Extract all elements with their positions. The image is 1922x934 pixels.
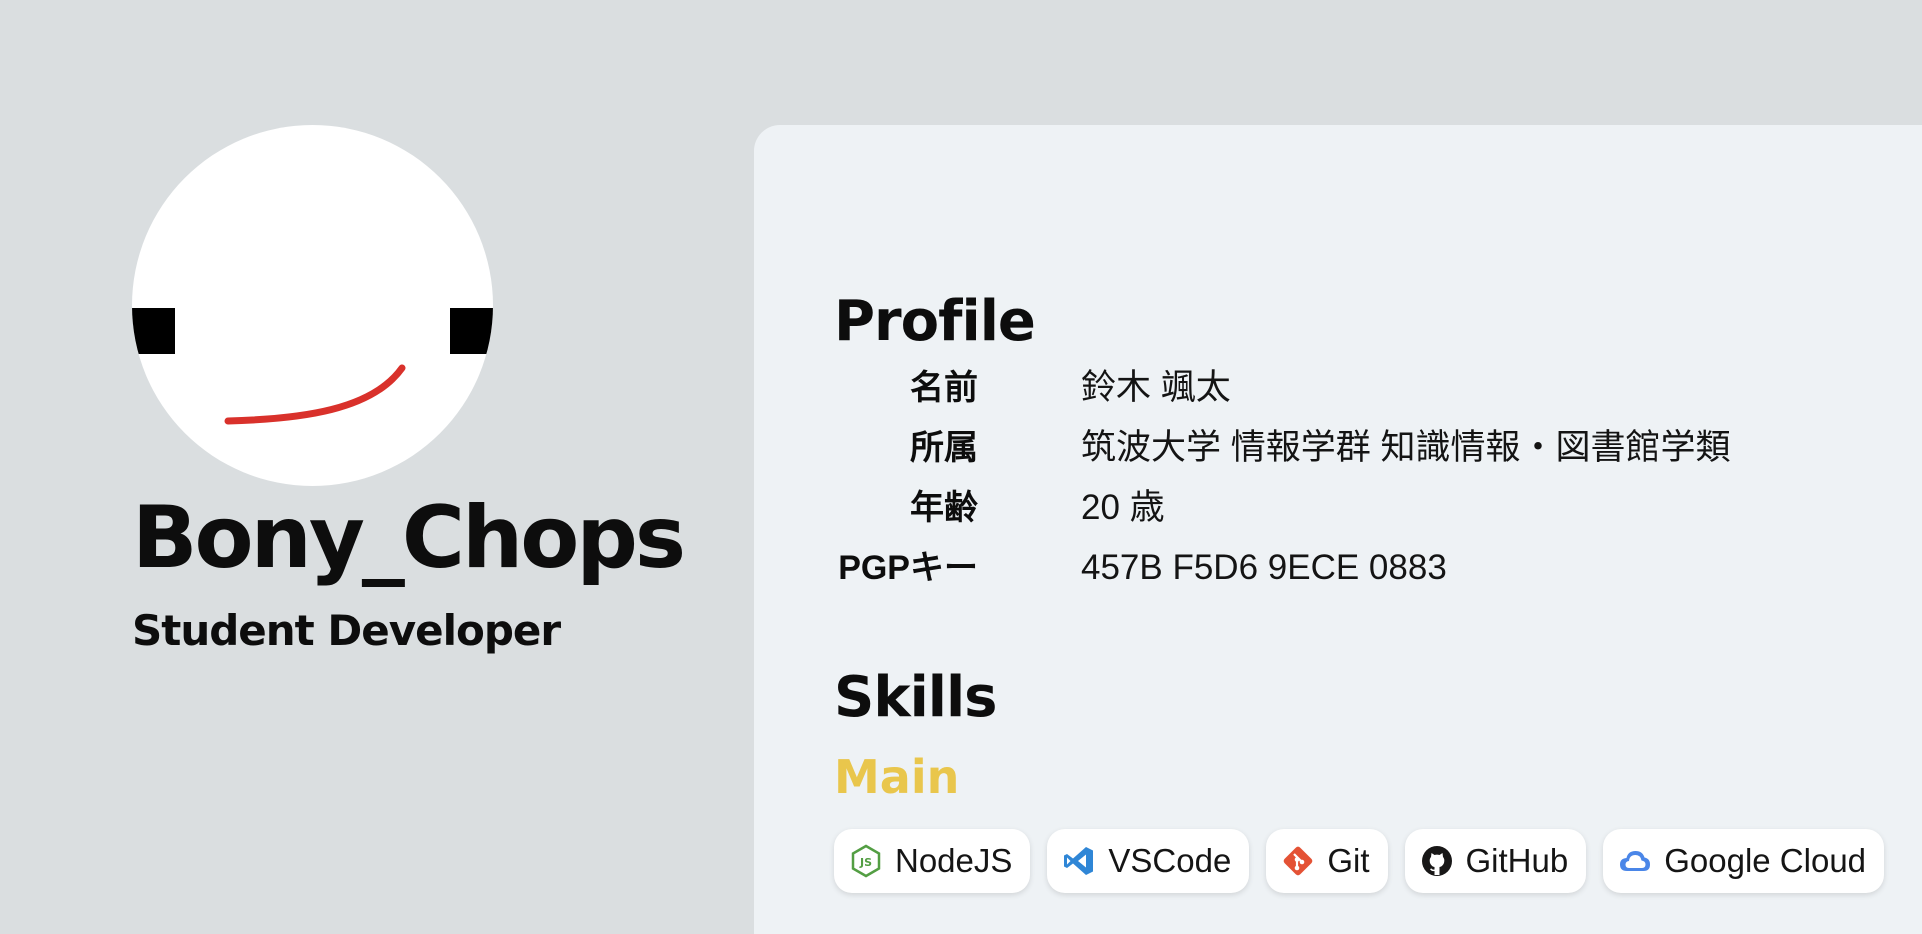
profile-row-value: 筑波大学 情報学群 知識情報・図書館学類 — [1081, 428, 1731, 467]
skill-chip-git[interactable]: Git — [1266, 829, 1388, 893]
skill-chip-label: GitHub — [1465, 842, 1569, 879]
github-icon — [1420, 844, 1454, 878]
git-icon — [1281, 844, 1315, 878]
google-cloud-icon — [1618, 844, 1652, 878]
skill-chip-label: Google Cloud — [1664, 842, 1867, 879]
avatar — [132, 125, 493, 486]
skills-section-title: Skills — [834, 665, 997, 730]
profile-row-value: 457B F5D6 9ECE 0883 — [1081, 548, 1447, 587]
skill-chip-vscode[interactable]: VSCode — [1047, 829, 1250, 893]
skill-chip-nodejs[interactable]: JS NodeJS — [834, 829, 1031, 893]
skills-main-label: Main — [834, 750, 960, 804]
skill-chip-label: NodeJS — [895, 842, 1013, 879]
profile-row-label: 名前 — [910, 369, 978, 407]
avatar-face-icon — [132, 308, 493, 425]
profile-handle: Bony_Chops — [132, 488, 686, 588]
skill-chip-google-cloud[interactable]: Google Cloud — [1603, 829, 1885, 893]
profile-section-title: Profile — [834, 289, 1036, 354]
profile-role: Student Developer — [132, 606, 561, 655]
profile-row-affiliation: 所属 筑波大学 情報学群 知識情報・図書館学類 — [834, 418, 1834, 478]
avatar-smile — [224, 364, 406, 425]
avatar-right-eye — [450, 308, 493, 354]
avatar-left-eye — [132, 308, 175, 354]
profile-row-label: 年齢 — [910, 489, 978, 527]
skills-chip-list: JS NodeJS VSCode Git GitHub Google Cloud — [834, 829, 1894, 893]
vscode-icon — [1062, 844, 1096, 878]
skill-chip-label: VSCode — [1108, 842, 1232, 879]
content-panel: Profile 名前 鈴木 颯太 所属 筑波大学 情報学群 知識情報・図書館学類… — [754, 125, 1922, 934]
profile-row-value: 20 歳 — [1081, 488, 1165, 527]
svg-text:JS: JS — [859, 856, 872, 869]
profile-row-age: 年齢 20 歳 — [834, 478, 1834, 538]
profile-row-name: 名前 鈴木 颯太 — [834, 358, 1834, 418]
nodejs-icon: JS — [849, 844, 883, 878]
profile-row-label: 所属 — [910, 429, 978, 467]
profile-row-label: PGPキー — [838, 549, 978, 587]
profile-row-pgp: PGPキー 457B F5D6 9ECE 0883 — [834, 538, 1834, 598]
skill-chip-label: Git — [1327, 842, 1370, 879]
skill-chip-github[interactable]: GitHub — [1404, 829, 1587, 893]
profile-row-value: 鈴木 颯太 — [1081, 368, 1231, 407]
